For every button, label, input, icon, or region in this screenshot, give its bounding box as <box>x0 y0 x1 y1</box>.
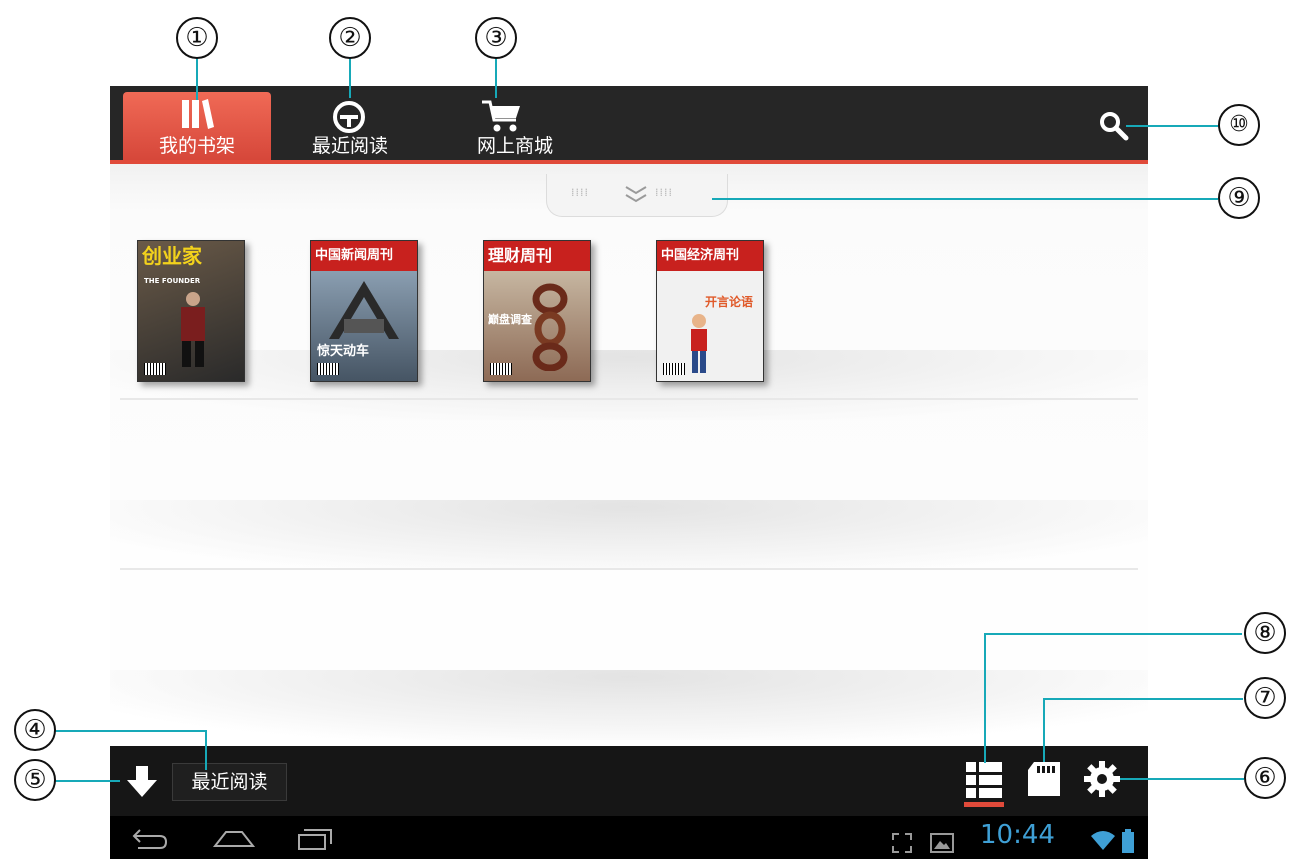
callout-1: ① <box>176 17 218 59</box>
cart-icon <box>482 100 520 132</box>
shelf-1-edge <box>120 398 1138 400</box>
callout-line-4a <box>54 730 206 732</box>
callout-10: ⑩ <box>1218 104 1260 146</box>
shelf-2 <box>110 500 1148 570</box>
tab-recent-reading[interactable]: 最近阅读 <box>290 92 410 160</box>
recent-apps-icon[interactable] <box>295 826 335 852</box>
fullscreen-icon[interactable] <box>891 832 913 854</box>
recent-reading-button[interactable]: 最近阅读 <box>172 763 287 801</box>
status-clock: 10:44 <box>980 820 1055 850</box>
book-masthead: 创业家 <box>142 244 202 268</box>
battery-icon <box>1122 829 1134 853</box>
book-cover[interactable]: 中国新闻周刊 惊天动车 <box>310 240 418 382</box>
callout-5: ⑤ <box>14 759 56 801</box>
callout-4: ④ <box>14 709 56 751</box>
callout-3: ③ <box>475 17 517 59</box>
pull-down-handle[interactable]: ⁞⁞⁞⁞ ⁞⁞⁞⁞ <box>546 174 728 217</box>
tab-online-store[interactable]: 网上商城 <box>460 92 570 160</box>
bookshelf-icon <box>182 99 214 129</box>
book-masthead: 中国新闻周刊 <box>311 241 417 271</box>
cover-bridge-image <box>329 281 399 339</box>
callout-line-8a <box>984 633 1242 635</box>
cover-figure-image <box>691 314 707 373</box>
callout-2: ② <box>329 17 371 59</box>
bookshelf-area <box>110 164 1148 746</box>
callout-line-10 <box>1126 125 1218 127</box>
callout-7: ⑦ <box>1244 677 1286 719</box>
callout-line-3 <box>495 58 497 98</box>
list-view-active-indicator <box>964 802 1004 807</box>
book-cover[interactable]: 创业家 THE FOUNDER <box>137 240 245 382</box>
back-icon[interactable] <box>130 826 170 850</box>
list-view-icon[interactable] <box>964 760 1004 800</box>
book-masthead: 理财周刊 <box>484 241 590 271</box>
barcode <box>490 363 512 375</box>
callout-9: ⑨ <box>1218 177 1260 219</box>
callout-line-6 <box>1120 778 1244 780</box>
download-icon[interactable] <box>125 764 159 800</box>
shelf-2-edge <box>120 568 1138 570</box>
book-cover-text: 巅盘调查 <box>488 313 532 326</box>
tab-label: 最近阅读 <box>311 135 388 157</box>
callout-line-7b <box>1043 698 1045 762</box>
recent-reading-icon <box>333 101 365 133</box>
book-cover-text: 开言论语 <box>705 295 754 309</box>
shelf-3 <box>110 670 1148 740</box>
book-cover[interactable]: 理财周刊 巅盘调查 <box>483 240 591 382</box>
chevron-down-icon <box>625 186 647 203</box>
home-icon[interactable] <box>212 826 256 850</box>
book-masthead: 中国经济周刊 <box>657 241 763 271</box>
grip-dots-right: ⁞⁞⁞⁞ <box>655 186 673 199</box>
book-cover-text: THE FOUNDER <box>144 277 201 285</box>
wifi-icon <box>1091 831 1115 850</box>
cover-person-image <box>181 292 205 367</box>
callout-line-2 <box>349 58 351 98</box>
book-cover[interactable]: 中国经济周刊 开言论语 <box>656 240 764 382</box>
callout-line-4b <box>205 730 207 770</box>
callout-8: ⑧ <box>1244 612 1286 654</box>
tab-my-bookshelf[interactable]: 我的书架 <box>123 92 271 160</box>
barcode <box>144 363 166 375</box>
shelf-1 <box>110 350 1148 420</box>
tab-label: 网上商城 <box>476 135 553 157</box>
gallery-icon <box>930 833 954 853</box>
sd-card-icon[interactable] <box>1026 760 1062 798</box>
gear-icon[interactable] <box>1083 760 1121 798</box>
tab-label: 我的书架 <box>158 135 235 157</box>
callout-line-1 <box>196 58 198 100</box>
callout-6: ⑥ <box>1244 757 1286 799</box>
grip-dots-left: ⁞⁞⁞⁞ <box>571 186 589 199</box>
callout-line-8b <box>984 633 986 763</box>
callout-line-9 <box>712 198 1218 200</box>
callout-line-7a <box>1043 698 1243 700</box>
barcode <box>663 363 685 375</box>
callout-line-5 <box>54 780 120 782</box>
barcode <box>317 363 339 375</box>
book-cover-text: 惊天动车 <box>317 344 370 359</box>
